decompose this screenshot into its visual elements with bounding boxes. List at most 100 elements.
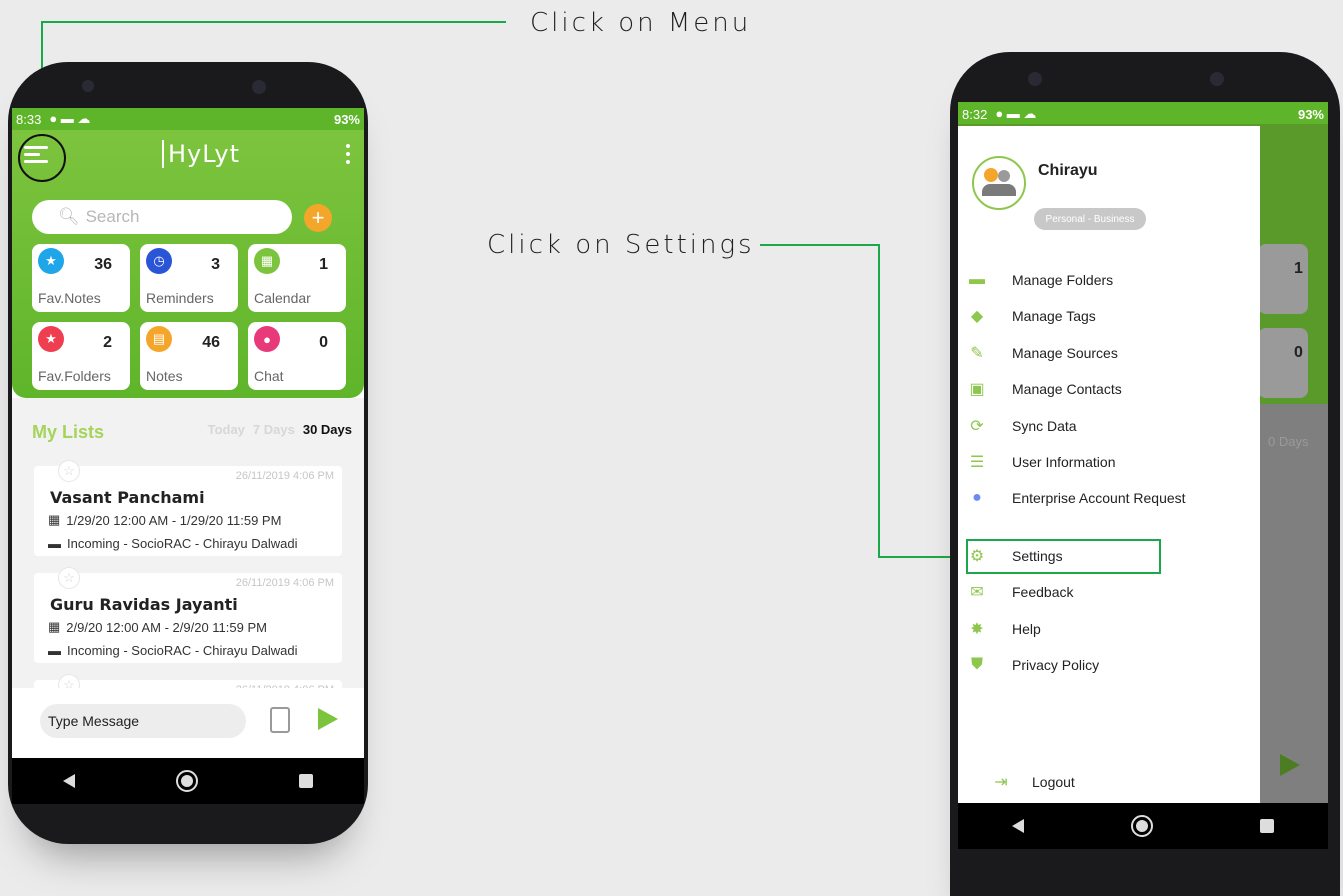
camera-icon (82, 80, 94, 92)
item-date-row: ▦ 1/29/20 12:00 AM - 1/29/20 11:59 PM (48, 512, 281, 528)
tile-fav-notes[interactable]: ★ 36 Fav.Notes (32, 244, 130, 312)
verified-icon: ● (972, 489, 982, 506)
item-title: Vasant Panchami (50, 488, 205, 507)
folder-icon: ▬ (969, 271, 985, 288)
menu-item-manage-tags[interactable]: ◆ Manage Tags (968, 308, 1096, 325)
item-folder: Incoming - SocioRAC - Chirayu Dalwadi (67, 536, 298, 551)
status-icons: ● ▬ ☁ (49, 111, 91, 126)
search-input[interactable]: 🔍︎ Search (32, 200, 292, 234)
list-item[interactable]: ☆ 26/11/2019 4:06 PM Guru Ravidas Jayant… (34, 567, 342, 663)
shield-icon: ⛊ (970, 656, 983, 673)
menu-highlight-circle (18, 134, 66, 182)
menu-item-label: User Information (1012, 454, 1116, 470)
item-date: 1/29/20 12:00 AM - 1/29/20 11:59 PM (66, 512, 282, 528)
clock-icon: ◷ (146, 248, 172, 274)
status-icons: ● ▬ ☁ (995, 106, 1037, 121)
callout-menu: Click on Menu (530, 8, 752, 38)
recents-icon[interactable] (299, 774, 314, 788)
status-battery: 93% (1297, 106, 1324, 122)
send-icon[interactable] (318, 708, 338, 730)
left-screen: 8:33 ● ▬ ☁ 93% HyLyt 🔍︎ Search + ★ 36 Fa… (12, 108, 364, 804)
menu-item-manage-contacts[interactable]: ▣ Manage Contacts (968, 381, 1122, 398)
tile-label: Fav.Folders (38, 368, 111, 384)
tile-label: Fav.Notes (38, 290, 101, 306)
menu-item-sync-data[interactable]: ⟳ Sync Data (968, 418, 1076, 435)
item-folder: Incoming - SocioRAC - Chirayu Dalwadi (67, 643, 298, 658)
home-icon[interactable] (1130, 815, 1153, 837)
tile-label: Chat (254, 368, 284, 384)
tile-calendar[interactable]: ▦ 1 Calendar (248, 244, 346, 312)
navigation-drawer: Chirayu Personal - Business ▬ Manage Fol… (958, 126, 1260, 803)
search-icon: 🔍︎ (58, 207, 80, 226)
menu-item-label: Feedback (1012, 584, 1074, 600)
folder-icon: ▬ (48, 536, 61, 551)
callout-settings: Click on Settings (487, 230, 755, 260)
user-avatar-body (982, 184, 1016, 196)
menu-item-help[interactable]: ✸ Help (968, 621, 1041, 638)
tab-today[interactable]: Today (208, 422, 245, 437)
sensor-icon (252, 80, 266, 94)
menu-item-label: Manage Contacts (1012, 381, 1122, 397)
star-note-icon: ★ (38, 248, 64, 274)
tile-count: 2 (103, 334, 112, 351)
tile-reminders[interactable]: ◷ 3 Reminders (140, 244, 238, 312)
behind-count-1: 1 (1294, 260, 1303, 277)
camera-icon (1028, 72, 1042, 86)
sync-icon: ⟳ (970, 418, 984, 435)
recents-icon[interactable] (1260, 819, 1275, 833)
tile-chat[interactable]: ● 0 Chat (248, 322, 346, 390)
calendar-icon: ▦ (48, 512, 61, 527)
menu-item-feedback[interactable]: ✉ Feedback (968, 584, 1074, 601)
menu-item-privacy-policy[interactable]: ⛊ Privacy Policy (968, 656, 1099, 673)
status-time: 8:33 (16, 111, 42, 127)
android-nav-bar (958, 803, 1328, 849)
tab-7-days[interactable]: 7 Days (253, 422, 295, 437)
source-icon: ✎ (970, 345, 984, 362)
behind-count-2: 0 (1294, 344, 1303, 361)
user-avatar-icon (984, 168, 998, 182)
logout-label: Logout (1032, 774, 1075, 790)
tile-count: 36 (94, 256, 112, 273)
back-icon[interactable] (1011, 819, 1024, 833)
tile-label: Calendar (254, 290, 311, 306)
range-tabs: Today 7 Days 30 Days (208, 422, 352, 437)
list-item[interactable]: ☆ 26/11/2019 4:06 PM Vasant Panchami ▦ 1… (34, 460, 342, 556)
menu-item-user-information[interactable]: ☰ User Information (968, 454, 1116, 471)
callout-settings-line-h1 (760, 244, 880, 246)
user-name: Chirayu (1038, 162, 1098, 179)
behind-tile (1258, 328, 1308, 398)
message-bar: Type Message (12, 688, 364, 758)
tile-fav-folders[interactable]: ★ 2 Fav.Folders (32, 322, 130, 390)
right-phone: 8:32 ● ▬ ☁ 93% 1 0 0 Days Chirayu Person… (950, 52, 1340, 896)
menu-item-manage-folders[interactable]: ▬ Manage Folders (968, 271, 1113, 288)
menu-item-enterprise-account-request[interactable]: ● Enterprise Account Request (968, 489, 1185, 506)
home-icon[interactable] (175, 770, 198, 792)
message-input[interactable]: Type Message (40, 704, 246, 738)
calendar-icon: ▦ (48, 619, 61, 634)
menu-item-manage-sources[interactable]: ✎ Manage Sources (968, 345, 1118, 362)
tile-label: Reminders (146, 290, 214, 306)
avatar[interactable] (972, 156, 1026, 210)
sensor-icon (1210, 72, 1224, 86)
tab-30-days[interactable]: 30 Days (303, 422, 352, 437)
status-bar: 8:32 ● ▬ ☁ 93% (958, 102, 1328, 126)
star-icon[interactable]: ☆ (58, 460, 80, 482)
add-button[interactable]: + (304, 204, 332, 232)
search-placeholder: Search (85, 207, 140, 226)
user-info-icon: ☰ (969, 454, 985, 471)
callout-menu-line-h (41, 21, 506, 23)
app-header: HyLyt 🔍︎ Search + ★ 36 Fav.Notes ◷ 3 Rem… (12, 130, 364, 398)
logout-button[interactable]: ⇥ Logout (992, 774, 1075, 791)
user-avatar-icon-2 (998, 170, 1010, 182)
tile-notes[interactable]: ▤ 46 Notes (140, 322, 238, 390)
right-screen: 8:32 ● ▬ ☁ 93% 1 0 0 Days Chirayu Person… (958, 102, 1328, 849)
star-icon[interactable]: ☆ (58, 567, 80, 589)
tile-count: 0 (319, 334, 328, 351)
item-timestamp: 26/11/2019 4:06 PM (235, 577, 334, 589)
account-type-badge: Personal - Business (1034, 208, 1146, 230)
clipboard-icon[interactable] (270, 707, 290, 733)
item-date-row: ▦ 2/9/20 12:00 AM - 2/9/20 11:59 PM (48, 619, 267, 635)
back-icon[interactable] (62, 774, 75, 788)
more-options-icon[interactable] (346, 144, 350, 168)
feedback-icon: ✉ (970, 584, 984, 601)
